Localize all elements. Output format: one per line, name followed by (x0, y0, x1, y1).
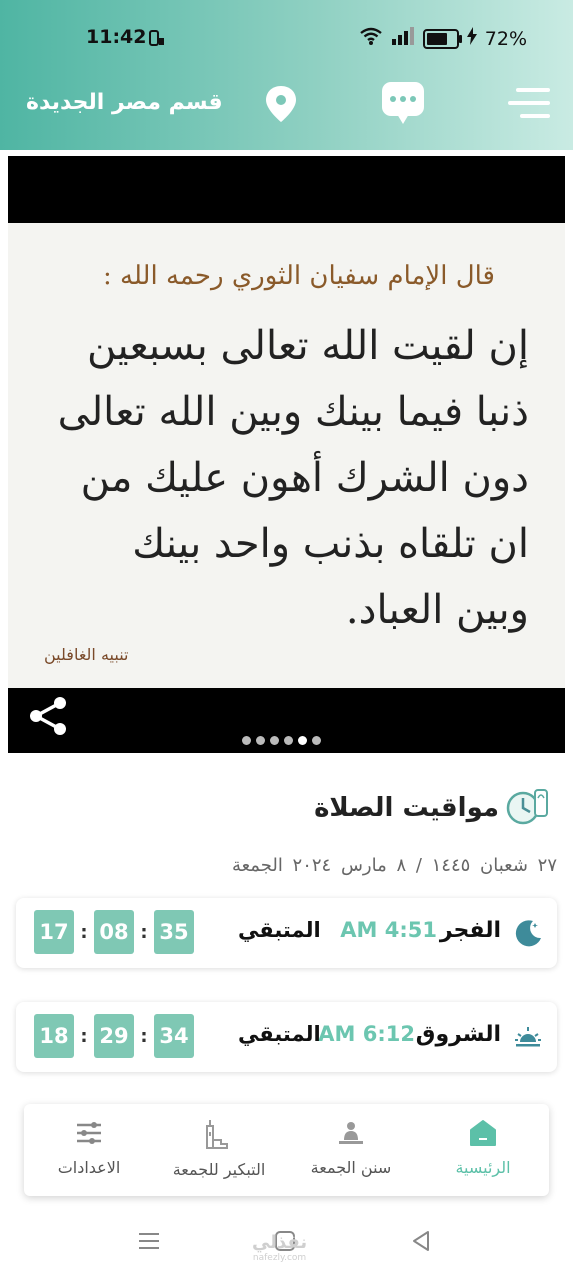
countdown-box: 34 (154, 1014, 194, 1058)
prayer-card-sunrise[interactable]: الشروق AM 6:12 المتبقي 18 : 29 : 34 (16, 1002, 557, 1072)
prayer-person-icon (336, 1122, 366, 1152)
date-line: ٢٧ شعبان ١٤٤٥ / ٨ مارس ٢٠٢٤ الجمعة (231, 855, 557, 876)
share-icon[interactable] (26, 694, 70, 742)
countdown-box: 29 (94, 1014, 134, 1058)
notification-icon (146, 28, 166, 53)
prayer-name: الشروق (415, 1022, 501, 1047)
quote-carousel[interactable]: قال الإمام سفيان الثوري رحمه الله : إن ل… (8, 156, 565, 753)
sunrise-icon (513, 1022, 543, 1056)
nav-label: التبكير للجمعة (172, 1160, 266, 1179)
clock-mosque-icon (505, 786, 549, 830)
countdown-separator: : (140, 921, 148, 943)
countdown-box: 17 (34, 910, 74, 954)
countdown-box: 35 (154, 910, 194, 954)
prayer-card-fajr[interactable]: الفجر AM 4:51 المتبقي 17 : 08 : 35 (16, 898, 557, 968)
nav-item-settings[interactable]: الاعدادات (24, 1118, 154, 1177)
nav-item-friday-sunnah[interactable]: سنن الجمعة (286, 1118, 416, 1177)
countdown-separator: : (80, 921, 88, 943)
nav-item-early-friday[interactable]: التبكير للجمعة (154, 1118, 284, 1179)
status-time: 11:42 (86, 26, 147, 48)
carousel-dot[interactable] (242, 736, 251, 745)
countdown-box: 18 (34, 1014, 74, 1058)
home-icon (467, 1120, 499, 1152)
prayer-time: AM 4:51 (340, 918, 437, 942)
countdown: 17 : 08 : 35 (34, 910, 194, 954)
status-bar: 11:42 72% (0, 22, 573, 52)
bottom-nav: الرئيسية سنن الجمعة التبكير للجمعة الاعد… (24, 1104, 549, 1196)
battery-icon (422, 28, 462, 49)
nav-label: الرئيسية (455, 1158, 511, 1177)
prayer-time: AM 6:12 (318, 1022, 415, 1046)
quote-image: قال الإمام سفيان الثوري رحمه الله : إن ل… (8, 223, 565, 688)
carousel-dot[interactable] (256, 736, 265, 745)
carousel-dot-active[interactable] (298, 736, 307, 745)
carousel-dot[interactable] (270, 736, 279, 745)
battery-percent: 72% (484, 27, 527, 50)
sliders-icon (74, 1122, 104, 1152)
countdown-separator: : (140, 1025, 148, 1047)
nav-label: سنن الجمعة (310, 1158, 392, 1177)
prayer-section-title: مواقيت الصلاة (314, 786, 549, 830)
nav-item-home[interactable]: الرئيسية (418, 1118, 548, 1177)
crescent-moon-icon (513, 918, 543, 952)
back-icon[interactable] (410, 1230, 432, 1256)
carousel-dots (242, 736, 321, 745)
quote-heading: قال الإمام سفيان الثوري رحمه الله : (102, 261, 495, 291)
mosque-icon (201, 1120, 237, 1154)
quote-line: دون الشرك أهون عليك من (80, 455, 529, 501)
nav-label: الاعدادات (57, 1158, 121, 1177)
quote-line: ان تلقاه بذنب واحد بينك (132, 521, 529, 567)
app-header: قسم مصر الجديدة (0, 72, 573, 136)
remaining-label: المتبقي (238, 1022, 321, 1046)
watermark-sub: nafezly.com (252, 1253, 307, 1263)
watermark-text: نفذلي (252, 1232, 308, 1253)
quote-line: وبين العباد. (345, 587, 529, 633)
signal-icon (391, 27, 415, 50)
charging-icon (466, 27, 477, 50)
countdown: 18 : 29 : 34 (34, 1014, 194, 1058)
quote-body: إن لقيت الله تعالى بسبعين ذنبا فيما بينك… (39, 313, 529, 643)
countdown-box: 08 (94, 910, 134, 954)
countdown-separator: : (80, 1025, 88, 1047)
carousel-dot[interactable] (312, 736, 321, 745)
recent-apps-icon[interactable] (138, 1230, 160, 1256)
quote-line: ذنبا فيما بينك وبين الله تعالى (57, 389, 529, 435)
prayer-name: الفجر (439, 918, 501, 943)
city-name[interactable]: قسم مصر الجديدة (26, 90, 223, 115)
prayer-title: مواقيت الصلاة (314, 793, 499, 823)
menu-icon[interactable] (508, 88, 550, 122)
wifi-icon (359, 26, 383, 51)
carousel-dot[interactable] (284, 736, 293, 745)
status-right: 72% (359, 26, 527, 51)
location-pin-icon[interactable] (264, 84, 298, 128)
remaining-label: المتبقي (238, 918, 321, 942)
chat-bubble-icon[interactable] (380, 80, 426, 132)
quote-line: إن لقيت الله تعالى بسبعين (87, 323, 529, 369)
watermark: نفذلي nafezly.com (252, 1232, 307, 1263)
quote-source: تنبيه الغافلين (44, 645, 129, 664)
